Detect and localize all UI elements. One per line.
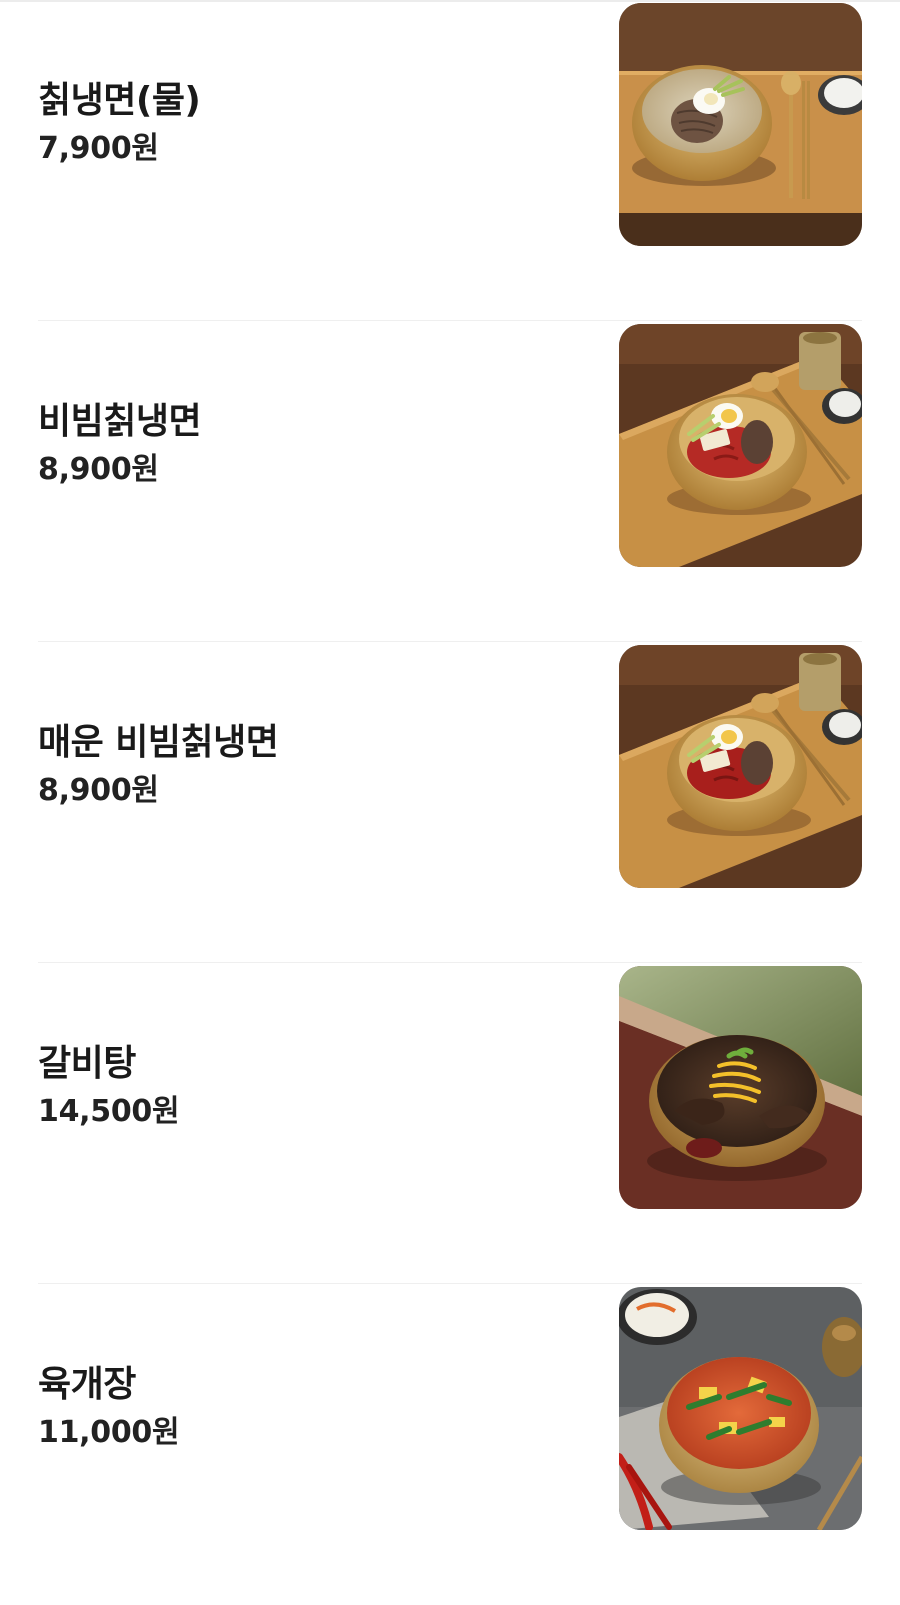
- food-image: [619, 3, 862, 246]
- menu-item-info: 비빔칡냉면 8,900원: [38, 321, 578, 568]
- menu-item-name: 비빔칡냉면: [38, 400, 202, 442]
- food-image: [619, 324, 862, 567]
- menu-item[interactable]: 칡냉면(물) 7,900원: [0, 0, 900, 321]
- galbitang-photo[interactable]: [619, 966, 862, 1209]
- menu-item-info: 갈비탕 14,500원: [38, 963, 578, 1210]
- menu-item-price: 11,000원: [38, 1414, 180, 1450]
- food-image: [619, 966, 862, 1209]
- bibim-naengmyeon-photo[interactable]: [619, 324, 862, 567]
- yukgaejang-photo[interactable]: [619, 1287, 862, 1530]
- menu-item[interactable]: 매운 비빔칡냉면 8,900원: [0, 642, 900, 963]
- menu-item-info: 육개장 11,000원: [38, 1284, 578, 1531]
- menu-item-name: 칡냉면(물): [38, 79, 201, 121]
- menu-item-name: 매운 비빔칡냉면: [38, 721, 279, 763]
- menu-item-price: 14,500원: [38, 1093, 180, 1129]
- food-image: [619, 645, 862, 888]
- menu-item[interactable]: 갈비탕 14,500원: [0, 963, 900, 1284]
- food-image: [619, 1287, 862, 1530]
- menu-item-name: 육개장: [38, 1363, 136, 1405]
- menu-item-price: 8,900원: [38, 772, 159, 808]
- menu-item-price: 7,900원: [38, 130, 159, 166]
- mul-naengmyeon-photo[interactable]: [619, 3, 862, 246]
- menu-item-price: 8,900원: [38, 451, 159, 487]
- menu-item-info: 매운 비빔칡냉면 8,900원: [38, 642, 578, 889]
- menu-item-info: 칡냉면(물) 7,900원: [38, 0, 578, 247]
- menu-item[interactable]: 비빔칡냉면 8,900원: [0, 321, 900, 642]
- spicy-bibim-naengmyeon-photo[interactable]: [619, 645, 862, 888]
- menu-item-name: 갈비탕: [38, 1042, 136, 1084]
- menu-item[interactable]: 육개장 11,000원: [0, 1284, 900, 1605]
- menu-list: 칡냉면(물) 7,900원 비빔칡냉면 8,900원 매운 비빔칡냉면 8,90…: [0, 0, 900, 1605]
